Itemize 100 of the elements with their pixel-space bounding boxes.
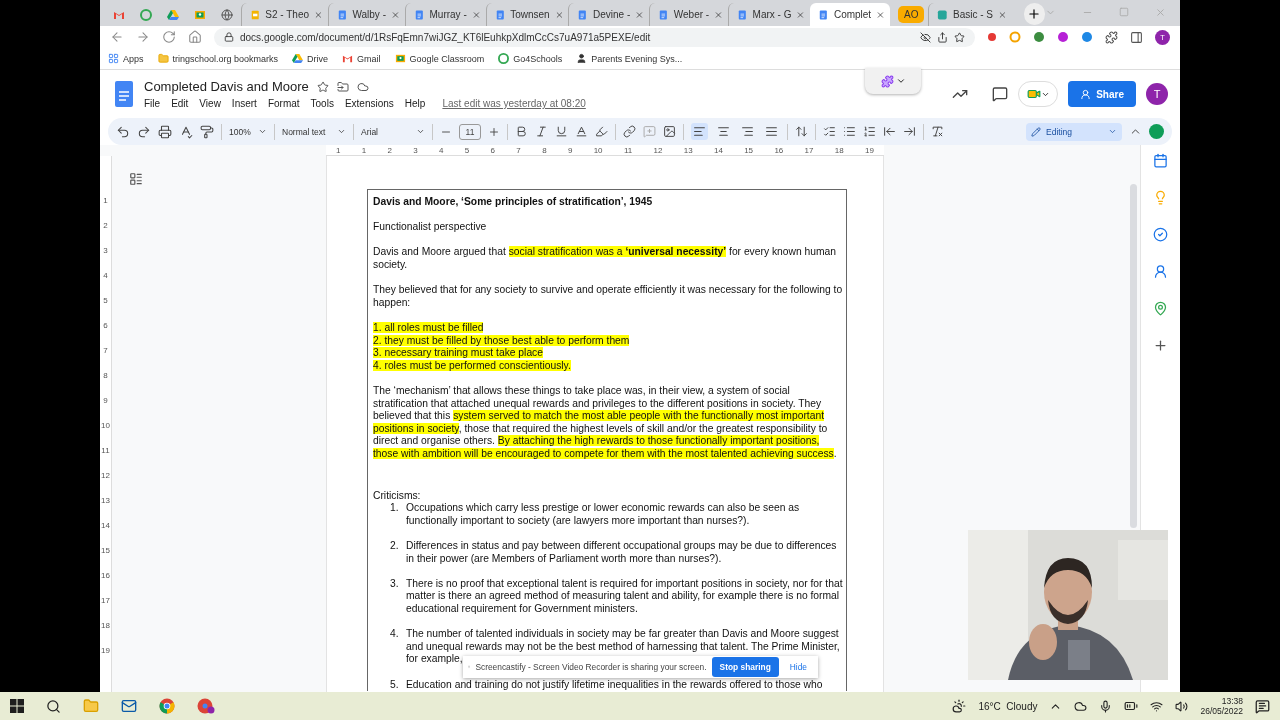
close-icon[interactable]: [714, 9, 723, 20]
caret-icon[interactable]: [416, 127, 425, 136]
maps-icon[interactable]: [1153, 301, 1168, 316]
numbered-list-icon[interactable]: [863, 125, 876, 138]
zoom-dropdown[interactable]: 100%: [229, 126, 267, 137]
contacts-icon[interactable]: [1153, 264, 1168, 279]
highlight-icon[interactable]: [595, 125, 608, 138]
reload-icon[interactable]: [162, 30, 176, 44]
last-edit-link[interactable]: Last edit was yesterday at 08:20: [442, 98, 586, 109]
tab-group-label[interactable]: AO: [898, 6, 925, 23]
mail-icon[interactable]: [121, 698, 137, 714]
extensions-icon[interactable]: [1105, 30, 1118, 44]
bookmark[interactable]: Google Classroom: [394, 53, 485, 64]
close-icon[interactable]: [876, 9, 885, 20]
redo-icon[interactable]: [137, 124, 151, 139]
caret-icon[interactable]: [258, 127, 267, 136]
star-icon[interactable]: [954, 31, 965, 43]
close-icon[interactable]: [796, 9, 806, 20]
close-icon[interactable]: [554, 9, 564, 20]
browser-tab[interactable]: Townsen: [485, 3, 569, 26]
address-bar[interactable]: docs.google.com/document/d/1RsFqEmn7wiJGZ_KT6lEuhkpXdlmCcCs7uA971a5PEXE/edit: [214, 27, 975, 47]
bold-icon[interactable]: [515, 125, 528, 138]
docs-logo-icon[interactable]: [818, 8, 829, 21]
share-button[interactable]: Share: [1068, 81, 1136, 107]
windows-start-icon[interactable]: [10, 699, 24, 713]
dot-extension-icon[interactable]: [1057, 31, 1069, 43]
italic-icon[interactable]: [535, 125, 548, 138]
undo-icon[interactable]: [116, 124, 130, 139]
gmail-logo-icon[interactable]: [342, 53, 354, 64]
browser-tab[interactable]: Basic - S: [928, 3, 1012, 26]
extension-button[interactable]: [865, 68, 921, 94]
calendar-icon[interactable]: [1153, 153, 1168, 168]
font-size-field[interactable]: 11: [459, 123, 481, 140]
share-icon[interactable]: [937, 31, 948, 43]
puzzle-icon[interactable]: [880, 74, 894, 88]
paint-format-icon[interactable]: [200, 124, 214, 139]
scrollbar-thumb[interactable]: [1129, 184, 1137, 528]
close-icon[interactable]: [635, 9, 645, 20]
record-extension-icon[interactable]: [987, 32, 997, 42]
stop-sharing-button[interactable]: Stop sharing: [711, 657, 779, 677]
browser-tab[interactable]: Complet: [810, 3, 890, 26]
menu-item[interactable]: Format: [267, 98, 300, 109]
add-icon[interactable]: [1153, 338, 1168, 353]
image-icon[interactable]: [663, 125, 676, 138]
checklist-icon[interactable]: [823, 125, 836, 138]
caret-icon[interactable]: [337, 127, 346, 136]
bookmark[interactable]: Go4Schools: [498, 53, 563, 64]
caret-icon[interactable]: [895, 76, 906, 86]
bookmark[interactable]: Drive: [292, 53, 329, 64]
volume-icon[interactable]: [1175, 699, 1189, 713]
underline-icon[interactable]: [555, 125, 568, 138]
tasks-icon[interactable]: [1153, 227, 1168, 242]
onedrive-icon[interactable]: [1074, 699, 1088, 713]
chrome-profile-icon[interactable]: [197, 698, 215, 714]
style-dropdown[interactable]: Normal text: [282, 126, 346, 137]
document-title[interactable]: Completed Davis and Moore: [144, 79, 309, 94]
menu-item[interactable]: File: [144, 98, 161, 109]
clear-formatting-icon[interactable]: [931, 125, 944, 138]
comments-icon[interactable]: [992, 86, 1009, 102]
bookmark[interactable]: Apps: [108, 53, 144, 64]
menu-item[interactable]: Edit: [171, 98, 189, 109]
menu-item[interactable]: Extensions: [344, 98, 394, 109]
star-icon[interactable]: [316, 80, 329, 93]
cloud-icon[interactable]: [356, 80, 369, 93]
drive-logo-icon[interactable]: [292, 53, 304, 64]
docs-logo-icon[interactable]: [114, 80, 134, 108]
link-icon[interactable]: [623, 125, 636, 138]
forward-icon[interactable]: [136, 30, 150, 44]
bookmark[interactable]: Gmail: [342, 53, 381, 64]
outline-icon[interactable]: [129, 172, 143, 186]
ring-icon[interactable]: [140, 8, 153, 21]
video-camera-icon[interactable]: [1026, 87, 1041, 101]
account-avatar[interactable]: T: [1146, 83, 1168, 105]
classroom-logo-icon[interactable]: [394, 53, 406, 64]
browser-tab[interactable]: Weber -: [649, 3, 728, 26]
font-dropdown[interactable]: Arial: [361, 126, 425, 137]
menu-item[interactable]: View: [199, 98, 221, 109]
caret-icon[interactable]: [1108, 127, 1117, 136]
dot-extension-icon[interactable]: [1033, 31, 1045, 43]
close-icon[interactable]: [998, 9, 1007, 20]
docs-logo-icon[interactable]: [737, 8, 748, 21]
globe-icon[interactable]: [221, 8, 234, 21]
browser-tab[interactable]: Walby -: [327, 3, 405, 26]
search-icon[interactable]: [46, 698, 61, 714]
person-icon[interactable]: [576, 53, 588, 64]
close-icon[interactable]: [391, 9, 400, 20]
apps-icon[interactable]: [108, 53, 119, 64]
drive-logo-icon[interactable]: [167, 8, 180, 21]
hide-link[interactable]: Hide: [783, 662, 813, 672]
text-color-icon[interactable]: [575, 125, 588, 138]
editing-mode-dropdown[interactable]: Editing: [1026, 122, 1122, 141]
bookmark[interactable]: tringschool.org bookmarks: [157, 53, 279, 64]
extension-icon[interactable]: [1149, 124, 1164, 139]
increase-indent-icon[interactable]: [903, 125, 916, 138]
bulleted-list-icon[interactable]: [843, 125, 856, 138]
clock[interactable]: 13:38 26/05/2022: [1200, 696, 1243, 716]
docs-logo-icon[interactable]: [577, 8, 588, 21]
menu-item[interactable]: Insert: [231, 98, 257, 109]
back-icon[interactable]: [110, 30, 124, 44]
browser-tab[interactable]: Murray -: [404, 3, 486, 26]
